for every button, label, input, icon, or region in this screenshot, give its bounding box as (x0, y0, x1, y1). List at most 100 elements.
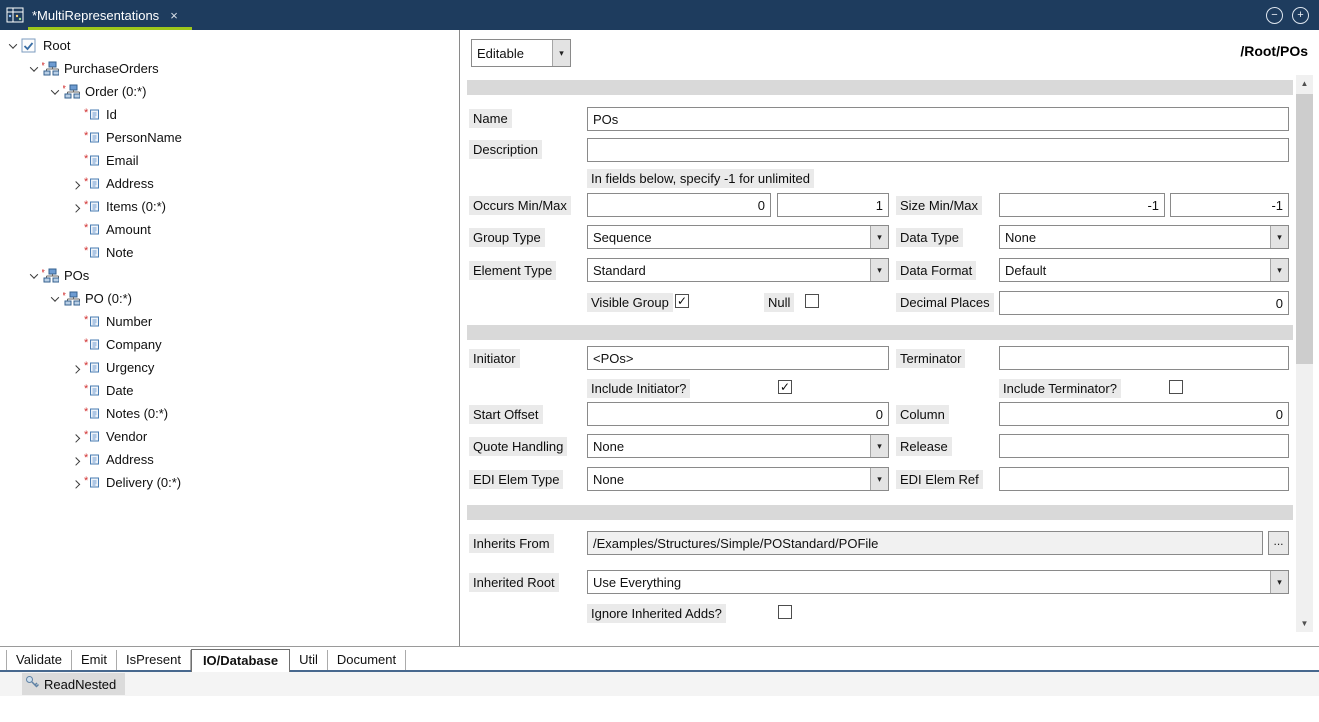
tree-item-label: Address (106, 176, 154, 191)
quote-handling-select[interactable]: None (587, 434, 889, 458)
scroll-down-icon[interactable] (1296, 615, 1313, 632)
tree-item[interactable]: *Urgency (0, 356, 459, 379)
chevron-down-icon[interactable] (46, 290, 63, 307)
tree-item[interactable]: *Notes (0:*) (0, 402, 459, 425)
svg-text:*: * (84, 107, 89, 119)
tree-item[interactable]: *PO (0:*) (0, 287, 459, 310)
chevron-right-icon[interactable] (67, 428, 84, 445)
svg-text:*: * (84, 199, 89, 211)
mode-select[interactable]: Editable (471, 39, 571, 67)
occurs-min-input[interactable] (587, 193, 771, 217)
size-min-input[interactable] (999, 193, 1165, 217)
tab-document[interactable]: Document (328, 650, 406, 670)
start-offset-input[interactable] (587, 402, 889, 426)
chevron-right-icon[interactable] (67, 198, 84, 215)
svg-text:*: * (84, 452, 89, 464)
tree-item[interactable]: *Company (0, 333, 459, 356)
tree-item[interactable]: *PersonName (0, 126, 459, 149)
release-input[interactable] (999, 434, 1289, 458)
tab-emit[interactable]: Emit (72, 650, 117, 670)
tree-item[interactable]: Root (0, 34, 459, 57)
scroll-up-icon[interactable] (1296, 75, 1313, 92)
tree-item[interactable]: *Items (0:*) (0, 195, 459, 218)
tab-validate[interactable]: Validate (6, 650, 72, 670)
titlebar: *MultiRepresentations × − + (0, 0, 1319, 30)
data-type-select[interactable]: None (999, 225, 1289, 249)
edi-elem-type-select[interactable]: None (587, 467, 889, 491)
initiator-input[interactable] (587, 346, 889, 370)
visible-group-checkbox[interactable]: ✓ (675, 294, 689, 308)
tree-item[interactable]: *Address (0, 448, 459, 471)
chevron-down-icon[interactable] (552, 40, 570, 66)
column-input[interactable] (999, 402, 1289, 426)
svg-text:*: * (84, 406, 89, 418)
include-initiator-checkbox[interactable]: ✓ (778, 380, 792, 394)
main-area: Root*PurchaseOrders*Order (0:*)*Id*Perso… (0, 30, 1319, 646)
chevron-down-icon[interactable] (25, 60, 42, 77)
inherits-from-input[interactable] (587, 531, 1263, 555)
tree-item[interactable]: *Date (0, 379, 459, 402)
tab-io-database[interactable]: IO/Database (191, 649, 290, 672)
size-label: Size Min/Max (896, 196, 982, 215)
tree-item[interactable]: *Email (0, 149, 459, 172)
section-divider (467, 505, 1293, 520)
tree-item[interactable]: *Delivery (0:*) (0, 471, 459, 494)
scrollbar-thumb[interactable] (1296, 94, 1313, 364)
data-format-select[interactable]: Default (999, 258, 1289, 282)
chevron-right-icon[interactable] (67, 175, 84, 192)
document-tab[interactable]: *MultiRepresentations × (28, 0, 192, 30)
tree-item-label: Email (106, 153, 139, 168)
edi-elem-ref-input[interactable] (999, 467, 1289, 491)
vertical-scrollbar[interactable] (1296, 75, 1313, 632)
chevron-down-icon[interactable] (25, 267, 42, 284)
tree-item[interactable]: *Number (0, 310, 459, 333)
browse-button[interactable]: ... (1268, 531, 1289, 555)
chevron-spacer (67, 336, 84, 353)
tree-item[interactable]: *Amount (0, 218, 459, 241)
tree-item[interactable]: *Vendor (0, 425, 459, 448)
visible-group-label: Visible Group (587, 293, 673, 312)
terminator-label: Terminator (896, 349, 965, 368)
svg-text:*: * (84, 314, 89, 326)
tree-item[interactable]: *POs (0, 264, 459, 287)
ignore-inherited-adds-checkbox[interactable] (778, 605, 792, 619)
inherited-root-label: Inherited Root (469, 573, 559, 592)
chevron-down-icon[interactable] (870, 226, 888, 248)
release-label: Release (896, 437, 952, 456)
minimize-button[interactable]: − (1266, 7, 1283, 24)
tree-item[interactable]: *Order (0:*) (0, 80, 459, 103)
tree-item[interactable]: *PurchaseOrders (0, 57, 459, 80)
leaf-icon: * (84, 475, 103, 490)
tab-util[interactable]: Util (290, 650, 328, 670)
chevron-right-icon[interactable] (67, 359, 84, 376)
tree-item[interactable]: *Id (0, 103, 459, 126)
chevron-down-icon[interactable] (4, 37, 21, 54)
chevron-down-icon[interactable] (46, 83, 63, 100)
name-input[interactable] (587, 107, 1289, 131)
tree-item[interactable]: *Address (0, 172, 459, 195)
function-item-readnested[interactable]: ReadNested (22, 673, 125, 695)
close-icon[interactable]: × (170, 8, 178, 23)
chevron-down-icon[interactable] (870, 259, 888, 281)
chevron-down-icon[interactable] (870, 435, 888, 457)
chevron-down-icon[interactable] (870, 468, 888, 490)
occurs-max-input[interactable] (777, 193, 889, 217)
size-max-input[interactable] (1170, 193, 1289, 217)
chevron-down-icon[interactable] (1270, 226, 1288, 248)
terminator-input[interactable] (999, 346, 1289, 370)
inherited-root-select[interactable]: Use Everything (587, 570, 1289, 594)
element-type-select[interactable]: Standard (587, 258, 889, 282)
include-terminator-checkbox[interactable] (1169, 380, 1183, 394)
group-type-select[interactable]: Sequence (587, 225, 889, 249)
null-checkbox[interactable] (805, 294, 819, 308)
chevron-right-icon[interactable] (67, 451, 84, 468)
maximize-button[interactable]: + (1292, 7, 1309, 24)
chevron-right-icon[interactable] (67, 474, 84, 491)
leaf-icon: * (84, 360, 103, 375)
tab-ispresent[interactable]: IsPresent (117, 650, 191, 670)
decimal-places-input[interactable] (999, 291, 1289, 315)
tree-item[interactable]: *Note (0, 241, 459, 264)
chevron-down-icon[interactable] (1270, 571, 1288, 593)
description-input[interactable] (587, 138, 1289, 162)
chevron-down-icon[interactable] (1270, 259, 1288, 281)
